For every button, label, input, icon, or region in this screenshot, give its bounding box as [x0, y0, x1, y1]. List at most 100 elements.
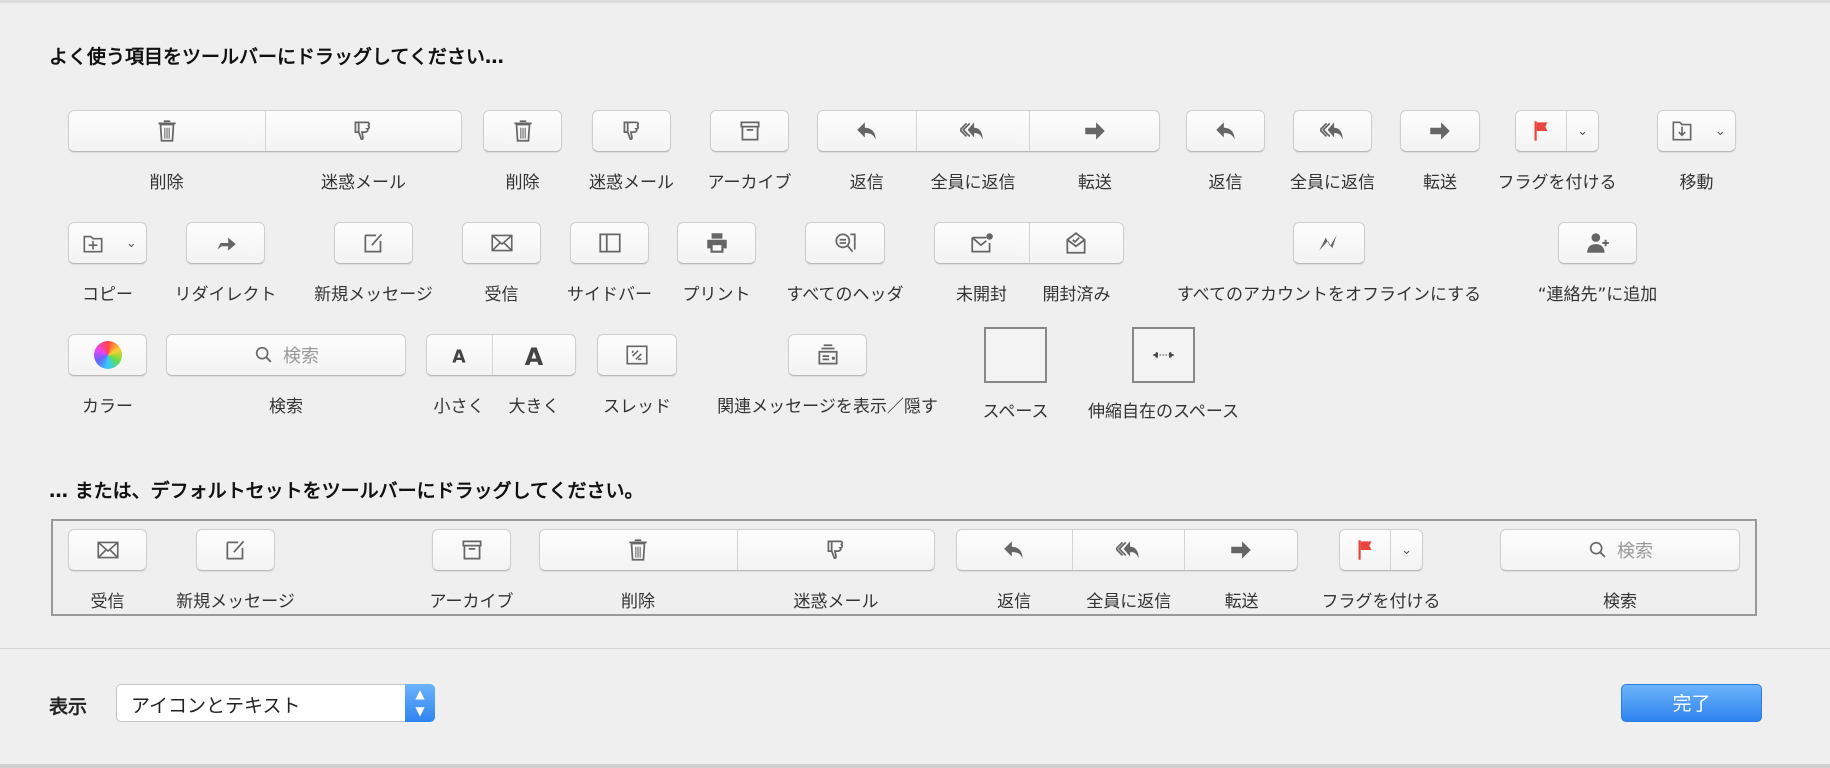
item-label: 検索 [269, 397, 303, 417]
toolbar-item-compose[interactable] [334, 222, 413, 264]
toolbar-item-flag[interactable]: ⌄ [1339, 529, 1423, 571]
toolbar-item-headers[interactable] [805, 222, 885, 264]
segment-reply-all[interactable] [916, 111, 1029, 151]
redirect-icon [216, 237, 236, 251]
segment-font-smaller[interactable]: A [427, 335, 492, 375]
flag-icon [1358, 540, 1372, 560]
toolbar-item-trash[interactable] [539, 529, 935, 571]
toolbar-item-envelope[interactable] [462, 222, 541, 264]
segment-reply[interactable] [818, 111, 916, 151]
toolbar-item-reply[interactable] [956, 529, 1298, 571]
segment-offline[interactable] [1294, 223, 1364, 263]
toolbar-item-redirect[interactable] [186, 222, 265, 264]
segment-search[interactable]: 検索 [1501, 530, 1739, 570]
space-item[interactable] [984, 327, 1047, 383]
segment-font-bigger[interactable]: A [491, 335, 575, 375]
item-label: リダイレクト [174, 285, 277, 305]
segment-forward[interactable] [1401, 111, 1479, 151]
item-label: 返信 [1208, 173, 1243, 193]
segment-flag[interactable] [1340, 530, 1390, 570]
search-placeholder: 検索 [283, 346, 319, 367]
segment-thumbs-down[interactable] [736, 530, 935, 570]
segment-archive[interactable] [433, 530, 510, 570]
segment-color-wheel[interactable] [69, 335, 146, 375]
toolbar-item-reply[interactable] [817, 110, 1160, 152]
segment-compose[interactable] [197, 530, 274, 570]
toolbar-item-move[interactable]: ⌄ [1657, 110, 1736, 152]
done-button[interactable]: 完了 [1621, 684, 1762, 722]
segment-forward[interactable] [1029, 111, 1159, 151]
segment-reply[interactable] [957, 530, 1072, 570]
toolbar-item-thread[interactable] [597, 334, 677, 376]
dropdown-menu-button[interactable]: ⌄ [1390, 530, 1422, 570]
related-icon [817, 344, 838, 365]
toolbar-item-reply-all[interactable] [1293, 110, 1372, 152]
segment-flag[interactable] [1516, 111, 1566, 151]
offline-icon [1319, 235, 1337, 251]
reply-all-icon [1319, 122, 1343, 140]
compose-icon [363, 233, 382, 253]
forward-icon [1231, 541, 1251, 559]
segment-add-contact[interactable] [1559, 223, 1636, 263]
dropdown-menu-button[interactable]: ⌄ [1706, 111, 1735, 151]
toolbar-item-unread[interactable] [934, 222, 1124, 264]
segment-reply[interactable] [1187, 111, 1264, 151]
toolbar-item-thumbs-down[interactable] [592, 110, 671, 152]
toolbar-item-archive[interactable] [710, 110, 789, 152]
segment-forward[interactable] [1184, 530, 1297, 570]
segment-trash[interactable] [540, 530, 737, 570]
toolbar-item-related[interactable] [788, 334, 867, 376]
copy-icon [83, 235, 103, 253]
item-label: サイドバー [567, 285, 652, 305]
show-mode-popup[interactable]: アイコンとテキスト ▲ ▼ [116, 684, 435, 722]
segment-reply-all[interactable] [1294, 111, 1371, 151]
segment-move[interactable] [1658, 111, 1706, 151]
segment-archive[interactable] [711, 111, 788, 151]
segment-search[interactable]: 検索 [167, 335, 405, 375]
item-label: 迷惑メール [589, 173, 674, 193]
toolbar-item-add-contact[interactable] [1558, 222, 1637, 264]
toolbar-item-trash[interactable] [483, 110, 562, 152]
toolbar-item-font-smaller[interactable]: AA [426, 334, 576, 376]
segment-thumbs-down[interactable] [593, 111, 670, 151]
toolbar-item-envelope[interactable] [68, 529, 147, 571]
item-label: スレッド [603, 397, 671, 417]
segment-compose[interactable] [335, 223, 412, 263]
segment-sidebar[interactable] [571, 223, 648, 263]
toolbar-item-sidebar[interactable] [570, 222, 649, 264]
segment-copy[interactable] [69, 223, 117, 263]
flexible-space-item[interactable] [1132, 327, 1195, 383]
segment-printer[interactable] [678, 223, 755, 263]
toolbar-item-compose[interactable] [196, 529, 275, 571]
toolbar-item-search[interactable]: 検索 [1500, 529, 1740, 571]
dropdown-menu-button[interactable]: ⌄ [1566, 111, 1598, 151]
toolbar-item-trash[interactable] [68, 110, 462, 152]
segment-related[interactable] [789, 335, 866, 375]
item-label: 転送 [1224, 592, 1259, 612]
segment-redirect[interactable] [187, 223, 264, 263]
segment-trash[interactable] [484, 111, 561, 151]
toolbar-item-search[interactable]: 検索 [166, 334, 406, 376]
segment-reply-all[interactable] [1071, 530, 1185, 570]
segment-trash[interactable] [69, 111, 265, 151]
chevron-down-icon: ⌄ [1577, 123, 1589, 139]
item-label: 伸縮自在のスペース [1088, 402, 1239, 422]
segment-unread[interactable] [935, 223, 1029, 263]
segment-envelope[interactable] [69, 530, 146, 570]
segment-headers[interactable] [806, 223, 884, 263]
segment-thumbs-down[interactable] [264, 111, 462, 151]
toolbar-item-archive[interactable] [432, 529, 511, 571]
svg-text:A: A [453, 348, 467, 368]
toolbar-item-flag[interactable]: ⌄ [1515, 110, 1599, 152]
segment-envelope[interactable] [463, 223, 540, 263]
item-label: 受信 [484, 285, 519, 305]
toolbar-item-reply[interactable] [1186, 110, 1265, 152]
toolbar-item-printer[interactable] [677, 222, 756, 264]
toolbar-item-color-wheel[interactable] [68, 334, 147, 376]
segment-read[interactable] [1028, 223, 1124, 263]
segment-thread[interactable] [598, 335, 676, 375]
toolbar-item-offline[interactable] [1293, 222, 1365, 264]
toolbar-item-forward[interactable] [1400, 110, 1480, 152]
toolbar-item-copy[interactable]: ⌄ [68, 222, 147, 264]
dropdown-menu-button[interactable]: ⌄ [117, 223, 146, 263]
